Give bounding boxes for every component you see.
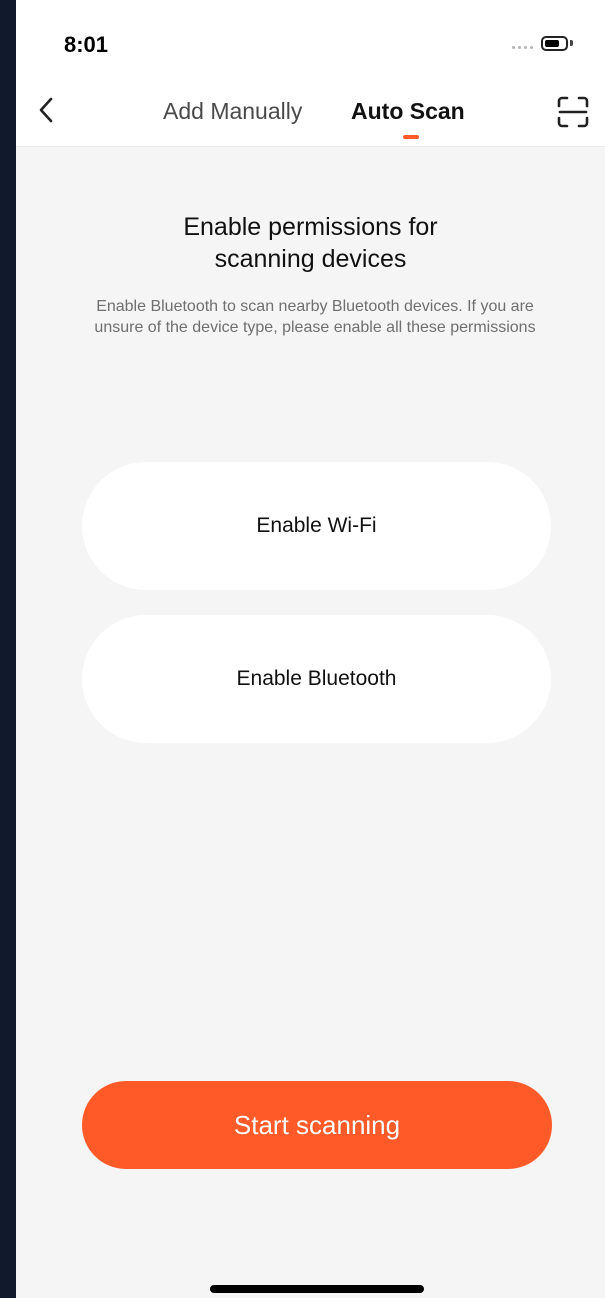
enable-wifi-label: Enable Wi-Fi: [256, 514, 377, 537]
start-scanning-label: Start scanning: [233, 1109, 401, 1140]
enable-wifi-button[interactable]: Enable Wi-Fi: [82, 462, 551, 590]
enable-bluetooth-label: Enable Bluetooth: [236, 667, 397, 690]
phone-screen: 8:01 Add Manually Auto Scan Enable permi…: [16, 0, 605, 1298]
signal-icon: [512, 46, 533, 49]
tab-add-manually[interactable]: Add Manually: [163, 96, 302, 126]
background-strip: [0, 0, 16, 1298]
page-title: Enable permissions for scanning devices: [16, 211, 605, 275]
tab-auto-scan[interactable]: Auto Scan: [351, 96, 465, 126]
back-button[interactable]: [32, 92, 62, 128]
scan-button[interactable]: [556, 95, 590, 129]
home-indicator[interactable]: [210, 1285, 424, 1293]
page-title-line-2: scanning devices: [214, 245, 407, 273]
header: 8:01 Add Manually Auto Scan: [16, 0, 605, 147]
battery-icon: [541, 36, 568, 51]
qr-scan-icon: [557, 96, 589, 128]
permission-description: Enable Bluetooth to scan nearby Bluetoot…: [94, 298, 536, 336]
active-tab-indicator: [403, 135, 419, 139]
battery-cap: [570, 40, 573, 46]
status-time: 8:01: [64, 32, 109, 57]
chevron-left-icon: [39, 97, 53, 123]
page-title-line-1: Enable permissions for: [183, 213, 438, 241]
enable-bluetooth-button[interactable]: Enable Bluetooth: [82, 615, 551, 743]
battery-fill: [545, 40, 559, 47]
start-scanning-button[interactable]: Start scanning: [82, 1081, 552, 1169]
